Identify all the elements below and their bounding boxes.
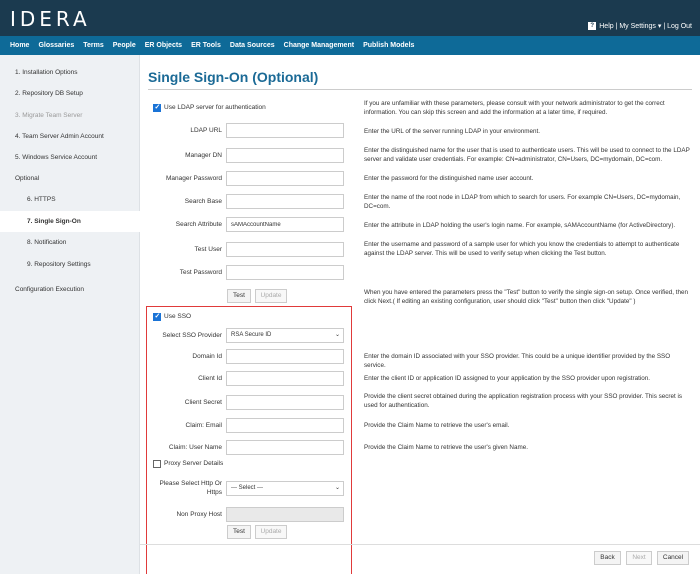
sidebar-item-windows-service-account[interactable]: 5. Windows Service Account [0,147,140,168]
sidebar-item-migrate-team-server: 3. Migrate Team Server [15,112,83,119]
cancel-button[interactable]: Cancel [657,551,689,565]
manager-password-desc: Enter the password for the distinguished… [364,175,534,182]
nav-er-objects[interactable]: ER Objects [145,42,182,49]
non-proxy-host-label: Non Proxy Host [176,511,222,518]
ldap-update-button[interactable]: Update [255,289,287,303]
search-attribute-input[interactable] [226,217,344,232]
test-user-input[interactable] [226,242,344,257]
nav-publish-models[interactable]: Publish Models [363,42,414,49]
chevron-down-icon: ⌄ [334,332,340,338]
title-divider [148,89,692,90]
non-proxy-host-input [226,507,344,522]
ldap-checkbox[interactable] [153,103,161,112]
nav-change-management[interactable]: Change Management [284,42,354,49]
search-attribute-desc: Enter the attribute in LDAP holding the … [364,222,676,229]
main-content: Single Sign-On (Optional) Use LDAP serve… [140,55,700,574]
manager-dn-desc: Enter the distinguished name for the use… [364,147,690,163]
intro-text: If you are unfamiliar with these paramet… [364,100,665,116]
idera-logo[interactable]: IDERA [10,7,91,31]
sso-test-button[interactable]: Test [227,525,251,539]
client-secret-label: Client Secret [184,399,222,406]
ldap-url-input[interactable] [226,123,344,138]
client-id-label: Client Id [198,375,222,382]
test-password-input[interactable] [226,265,344,280]
footer-divider [140,544,700,545]
manager-password-label: Manager Password [166,175,222,182]
claim-email-label: Claim: Email [185,422,222,429]
search-base-desc: Enter the name of the root node in LDAP … [364,194,681,210]
nav-glossaries[interactable]: Glossaries [38,42,74,49]
nav-terms[interactable]: Terms [83,42,104,49]
claim-username-desc: Provide the Claim Name to retrieve the u… [364,444,528,451]
wizard-sidebar: 1. Installation Options 2. Repository DB… [0,55,140,574]
help-icon[interactable]: ? [588,22,597,30]
next-button[interactable]: Next [626,551,652,565]
ldap-checkbox-label: Use LDAP server for authentication [164,104,266,111]
sidebar-item-team-server-admin[interactable]: 4. Team Server Admin Account [0,126,140,147]
http-select-label-line2: Https [206,489,222,496]
client-secret-input[interactable] [226,395,344,410]
sidebar-section-optional: Optional [15,175,40,182]
sidebar-item-repository-db-setup[interactable]: 2. Repository DB Setup [0,83,140,104]
page-title: Single Sign-On (Optional) [148,69,319,85]
sidebar-item-repository-settings[interactable]: 9. Repository Settings [0,254,140,275]
app-header: IDERA ? Help | My Settings ▾ | Log Out [0,0,700,36]
test-user-desc: Enter the username and password of a sam… [364,241,680,257]
test-user-label: Test User [194,246,222,253]
back-button[interactable]: Back [594,551,621,565]
domain-id-desc: Enter the domain ID associated with your… [364,353,671,369]
ldap-test-desc: When you have entered the parameters pre… [364,289,689,305]
http-https-select[interactable]: --- Select --- ⌄ [226,481,344,496]
ldap-url-label: LDAP URL [190,127,222,134]
use-sso-label: Use SSO [164,313,192,320]
search-base-label: Search Base [184,198,222,205]
help-links[interactable]: Help | My Settings ▾ | Log Out [599,22,692,30]
use-sso-checkbox[interactable] [153,312,161,321]
sso-provider-value: RSA Secure ID [231,332,272,338]
proxy-server-checkbox[interactable] [153,460,161,468]
sidebar-item-notification[interactable]: 8. Notification [0,232,140,253]
sidebar-item-configuration-execution[interactable]: Configuration Execution [0,279,140,300]
http-select-value: --- Select --- [231,485,263,491]
claim-username-label: Claim: User Name [168,444,222,451]
claim-email-input[interactable] [226,418,344,433]
domain-id-input[interactable] [226,349,344,364]
sso-provider-select[interactable]: RSA Secure ID ⌄ [226,328,344,343]
test-password-label: Test Password [179,269,222,276]
sidebar-item-installation-options[interactable]: 1. Installation Options [0,62,140,83]
ldap-test-button[interactable]: Test [227,289,251,303]
client-secret-desc: Provide the client secret obtained durin… [364,393,683,409]
claim-username-input[interactable] [226,440,344,455]
sidebar-item-https[interactable]: 6. HTTPS [0,189,140,210]
sso-provider-label: Select SSO Provider [162,332,222,339]
http-select-label-line1: Please Select Http Or [159,480,223,487]
ldap-url-desc: Enter the URL of the server running LDAP… [364,128,541,135]
chevron-down-icon: ⌄ [334,485,340,491]
client-id-desc: Enter the client ID or application ID as… [364,375,650,382]
header-user-links[interactable]: ? Help | My Settings ▾ | Log Out [588,22,692,30]
search-base-input[interactable] [226,194,344,209]
sidebar-item-single-sign-on[interactable]: 7. Single Sign-On [0,211,140,232]
search-attribute-label: Search Attribute [175,221,222,228]
nav-people[interactable]: People [113,42,136,49]
manager-dn-label: Manager DN [185,152,222,159]
sso-update-button[interactable]: Update [255,525,287,539]
nav-home[interactable]: Home [10,42,29,49]
client-id-input[interactable] [226,371,344,386]
manager-password-input[interactable] [226,171,344,186]
nav-data-sources[interactable]: Data Sources [230,42,275,49]
proxy-server-label: Proxy Server Details [164,460,224,467]
nav-er-tools[interactable]: ER Tools [191,42,221,49]
manager-dn-input[interactable] [226,148,344,163]
main-nav: Home Glossaries Terms People ER Objects … [0,36,700,55]
domain-id-label: Domain Id [192,353,222,360]
claim-email-desc: Provide the Claim Name to retrieve the u… [364,422,510,429]
